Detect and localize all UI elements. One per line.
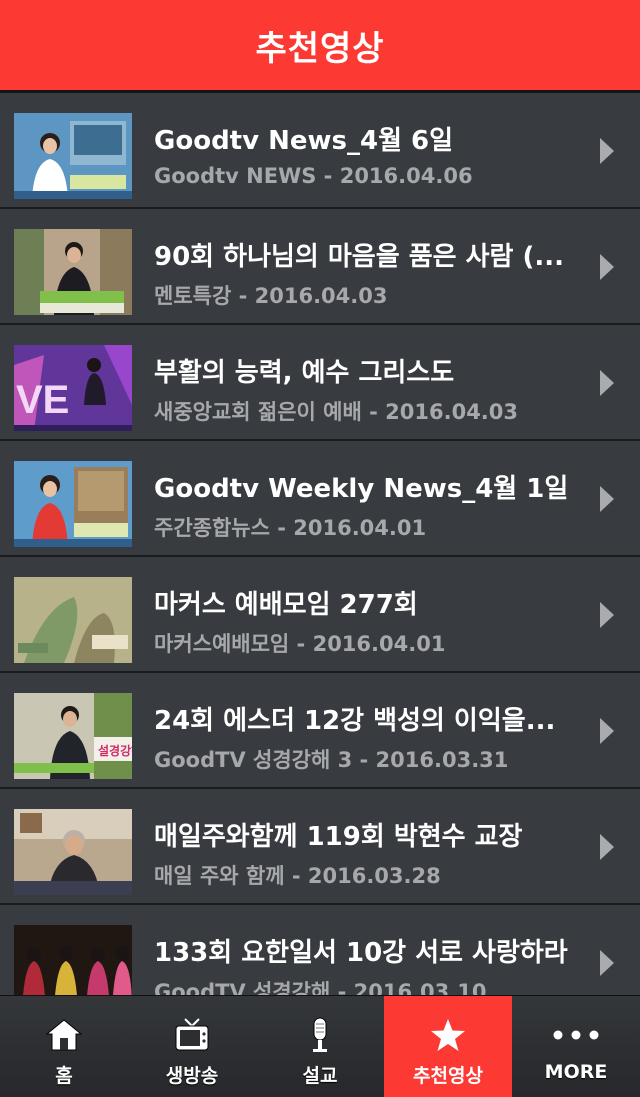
video-title: 마커스 예배모임 277회 [154,590,418,620]
tab-home[interactable]: 홈 [0,996,128,1097]
video-meta: 마커스예배모임 - 2016.04.01 [154,632,446,656]
tab-label: 홈 [55,1065,73,1087]
bottom-tab-bar: 홈 생방송 설교 추천영상 MORE [0,995,640,1097]
microphone-icon [305,1016,335,1054]
video-thumbnail [14,925,132,995]
video-thumbnail [14,113,132,199]
video-title: 매일주와함께 119회 박현수 교장 [154,822,523,852]
video-title: 24회 에스더 12강 백성의 이익을... [154,706,556,736]
tab-sermon[interactable]: 설교 [256,996,384,1097]
list-item[interactable]: Goodtv News_4월 6일 Goodtv NEWS - 2016.04.… [0,90,640,207]
video-meta: 새중앙교회 젊은이 예배 - 2016.04.03 [154,400,519,424]
chevron-right-icon [600,370,614,396]
chevron-right-icon [600,834,614,860]
video-title: 133회 요한일서 10강 서로 사랑하라 [154,938,568,968]
video-title: Goodtv Weekly News_4월 1일 [154,474,569,504]
more-dots-icon [551,1016,601,1054]
video-meta: 주간종합뉴스 - 2016.04.01 [154,516,427,540]
list-item[interactable]: VE 부활의 능력, 예수 그리스도 새중앙교회 젊은이 예배 - 2016.0… [0,323,640,439]
video-thumbnail [14,229,132,315]
list-item[interactable]: 매일주와함께 119회 박현수 교장 매일 주와 함께 - 2016.03.28 [0,787,640,903]
tab-recommended[interactable]: 추천영상 [384,996,512,1097]
home-icon [45,1016,83,1054]
tv-icon [173,1016,211,1054]
page-title: 추천영상 [255,28,385,69]
video-meta: Goodtv NEWS - 2016.04.06 [154,164,473,188]
video-meta: GoodTV 성경강해 3 - 2016.03.31 [154,748,509,772]
tab-live[interactable]: 생방송 [128,996,256,1097]
chevron-right-icon [600,602,614,628]
video-title: Goodtv News_4월 6일 [154,126,454,156]
tab-more[interactable]: MORE [512,996,640,1097]
list-item[interactable]: 설경강해 24회 에스더 12강 백성의 이익을... GoodTV 성경강해 … [0,671,640,787]
list-item[interactable]: 90회 하나님의 마음을 품은 사람 (... 멘토특강 - 2016.04.0… [0,207,640,323]
video-title: 부활의 능력, 예수 그리스도 [154,358,455,388]
chevron-right-icon [600,718,614,744]
video-meta: 매일 주와 함께 - 2016.03.28 [154,864,441,888]
chevron-right-icon [600,254,614,280]
tab-label: 설교 [302,1065,338,1087]
video-thumbnail [14,577,132,663]
video-meta: GoodTV 성경강해 - 2016.03.10 [154,980,487,995]
tab-label: 생방송 [165,1065,219,1087]
video-thumbnail [14,461,132,547]
chevron-right-icon [600,950,614,976]
chevron-right-icon [600,138,614,164]
video-thumbnail: 설경강해 [14,693,132,779]
video-list[interactable]: Goodtv News_4월 6일 Goodtv NEWS - 2016.04.… [0,90,640,995]
video-thumbnail: VE [14,345,132,431]
list-item[interactable]: 133회 요한일서 10강 서로 사랑하라 GoodTV 성경강해 - 2016… [0,903,640,995]
tab-label: 추천영상 [413,1065,483,1087]
video-meta: 멘토특강 - 2016.04.03 [154,284,388,308]
chevron-right-icon [600,486,614,512]
star-icon [430,1016,466,1054]
video-title: 90회 하나님의 마음을 품은 사람 (... [154,242,564,272]
list-item[interactable]: Goodtv Weekly News_4월 1일 주간종합뉴스 - 2016.0… [0,439,640,555]
list-item[interactable]: 마커스 예배모임 277회 마커스예배모임 - 2016.04.01 [0,555,640,671]
svg-text:설경강해: 설경강해 [98,743,132,758]
app-header: 추천영상 [0,0,640,90]
svg-text:VE: VE [16,378,69,422]
video-thumbnail [14,809,132,895]
tab-label: MORE [544,1061,608,1083]
